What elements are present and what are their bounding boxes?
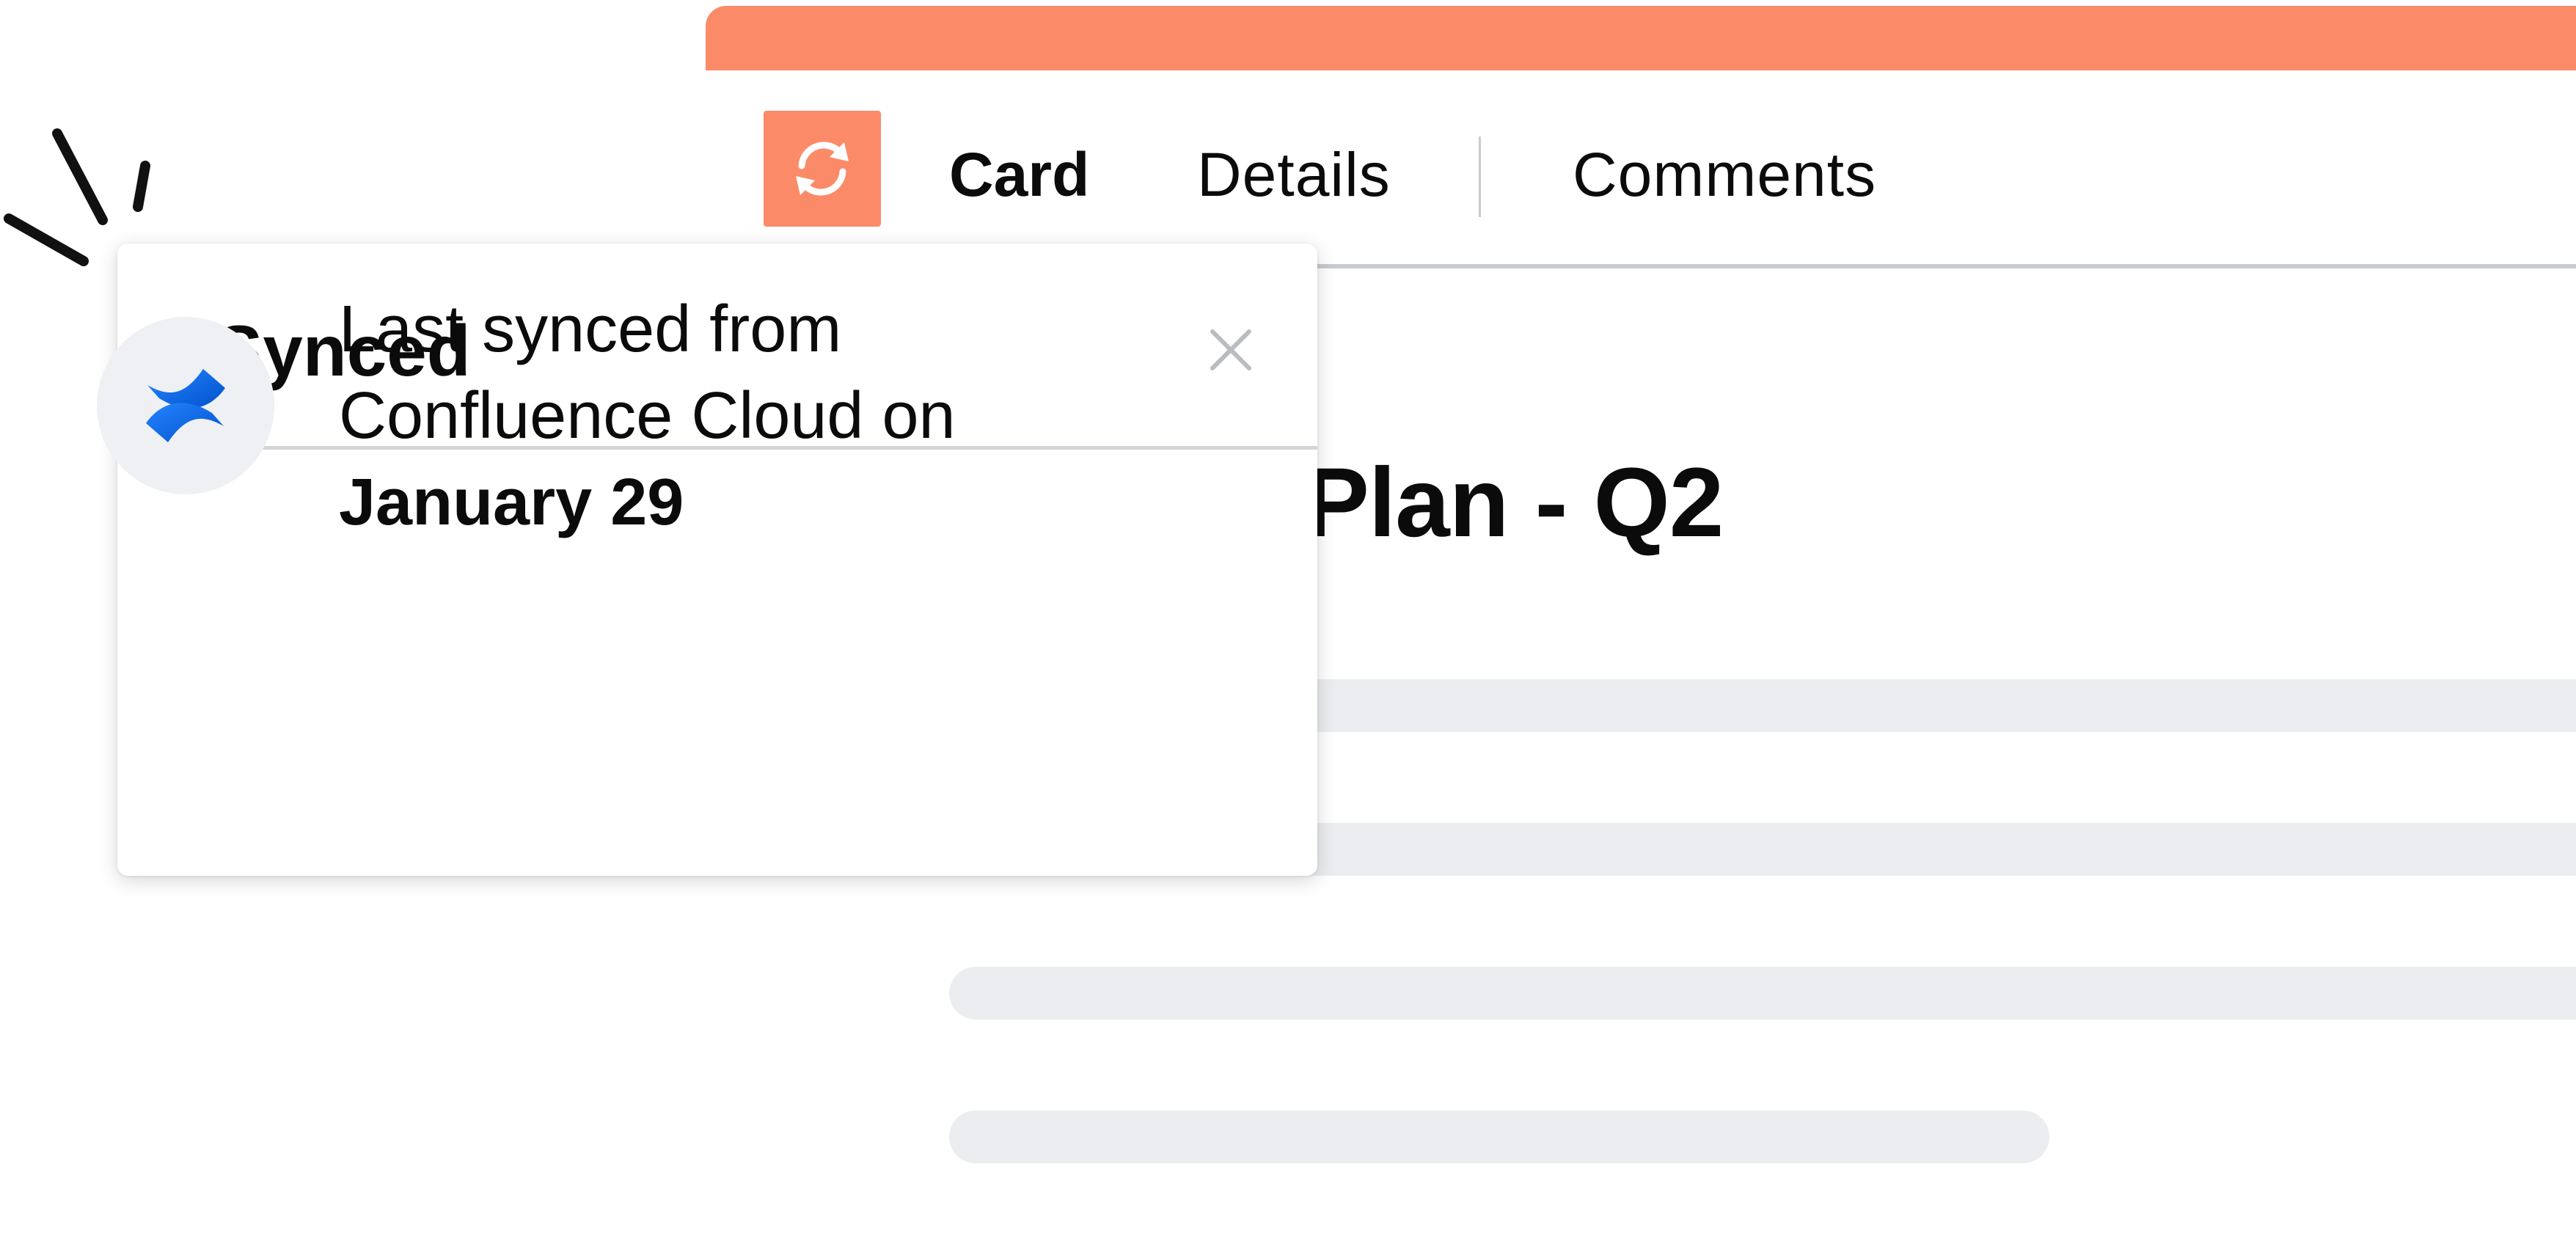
close-icon[interactable] — [1207, 326, 1255, 374]
sync-arrows-icon — [796, 142, 849, 196]
tab-divider — [1479, 136, 1481, 217]
tab-card[interactable]: Card — [949, 138, 1089, 211]
confluence-logo-icon — [146, 369, 225, 442]
sync-message-line: Confluence Cloud on — [339, 379, 956, 453]
content-placeholder-line — [949, 967, 2576, 1020]
sync-date: January 29 — [339, 466, 684, 539]
tab-details[interactable]: Details — [1197, 138, 1391, 211]
sync-message-line: Last synced from — [339, 293, 842, 366]
tab-comments[interactable]: Comments — [1573, 138, 1876, 211]
illustration-stage: Card Details Comments Project Plan - Q2 … — [0, 0, 2576, 1244]
card-top-bar — [706, 6, 2576, 70]
sync-app-button[interactable] — [764, 111, 881, 227]
sync-status-message: Last synced from Confluence Cloud on Jan… — [339, 286, 1160, 546]
content-placeholder-line — [949, 1111, 2049, 1163]
confluence-logo-badge — [97, 317, 274, 494]
